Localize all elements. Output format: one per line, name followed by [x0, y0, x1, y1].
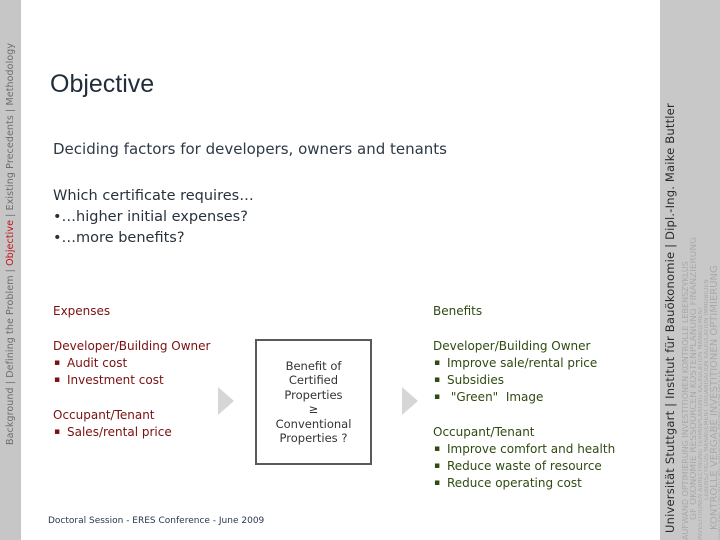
list-item: Investment cost [53, 372, 210, 389]
nav-item-background[interactable]: Background [5, 387, 16, 445]
question-block: Which certificate requires… •…higher ini… [53, 186, 254, 249]
benefit-list: Improve sale/rental price Subsidies "Gre… [433, 355, 597, 406]
nav-item-defining-the-problem[interactable]: Defining the Problem [5, 275, 16, 377]
slide-subtitle: Deciding factors for developers, owners … [53, 140, 447, 158]
nav-item-objective[interactable]: Objective [5, 220, 16, 266]
nav-separator: | [5, 265, 16, 276]
section-nav-text: Background | Defining the Problem | Obje… [5, 43, 16, 445]
group-title: Developer/Building Owner [53, 339, 211, 353]
benefits-group-occupant: Occupant/Tenant Improve comfort and heal… [433, 424, 615, 492]
comparison-line: Certified [288, 373, 339, 387]
comparison-text: Benefit of Certified Properties ≥ Conven… [276, 359, 352, 446]
slide-title: Objective [50, 70, 155, 98]
group-title: Developer/Building Owner [433, 339, 591, 353]
section-nav: Background | Defining the Problem | Obje… [0, 0, 21, 540]
list-item: Reduce operating cost [433, 475, 615, 492]
question-item: •…higher initial expenses? [53, 209, 248, 225]
expenses-group-occupant: Occupant/Tenant Sales/rental price [53, 407, 172, 441]
watermark-column: GF ÖKONOMIE RESSOURCEN KOSTENPLANUNG FIN… [690, 0, 698, 540]
benefit-list: Improve comfort and health Reduce waste … [433, 441, 615, 492]
nav-separator: | [5, 377, 16, 388]
comparison-line: Conventional [275, 416, 352, 431]
nav-item-existing-precedents[interactable]: Existing Precedents [5, 115, 16, 210]
watermark-text: AUFWAND OPTIMIERUNG INVESTITIONEN KONTRO… [682, 261, 690, 540]
comparison-line: Benefit of [285, 358, 342, 373]
expense-list: Audit cost Investment cost [53, 355, 210, 389]
list-item: Audit cost [53, 355, 210, 372]
nav-item-methodology[interactable]: Methodology [5, 43, 16, 106]
comparison-box: Benefit of Certified Properties ≥ Conven… [255, 339, 372, 465]
question-item: •…more benefits? [53, 230, 185, 246]
expenses-heading: Expenses [53, 304, 111, 318]
list-item: Improve sale/rental price [433, 355, 597, 372]
list-item: Sales/rental price [53, 424, 172, 441]
arrow-right-icon [402, 387, 418, 415]
nav-separator: | [5, 105, 16, 116]
group-title: Occupant/Tenant [53, 408, 155, 422]
expense-list: Sales/rental price [53, 424, 172, 441]
comparison-line: Properties [284, 387, 343, 402]
group-title: Occupant/Tenant [433, 425, 535, 439]
watermark-text: GF ÖKONOMIE RESSOURCEN KOSTENPLANUNG FIN… [690, 236, 698, 520]
benefits-heading: Benefits [433, 304, 483, 318]
watermark-column: AUFWAND OPTIMIERUNG INVESTITIONEN KONTRO… [682, 0, 690, 540]
nav-separator: | [5, 210, 16, 220]
question-lead: Which certificate requires… [53, 188, 254, 204]
benefits-group-developer: Developer/Building Owner Improve sale/re… [433, 338, 597, 406]
arrow-right-icon [218, 387, 234, 415]
list-item: "Green" Image [433, 389, 597, 406]
list-item: Improve comfort and health [433, 441, 615, 458]
comparison-line: ≥ [308, 402, 319, 416]
slide-footer: Doctoral Session - ERES Conference - Jun… [48, 516, 265, 526]
institution-credit: Universität Stuttgart | Institut für Bau… [663, 103, 677, 533]
comparison-line: Properties ? [279, 431, 348, 445]
list-item: Subsidies [433, 372, 597, 389]
expenses-group-developer: Developer/Building Owner Audit cost Inve… [53, 338, 210, 389]
list-item: Reduce waste of resource [433, 458, 615, 475]
